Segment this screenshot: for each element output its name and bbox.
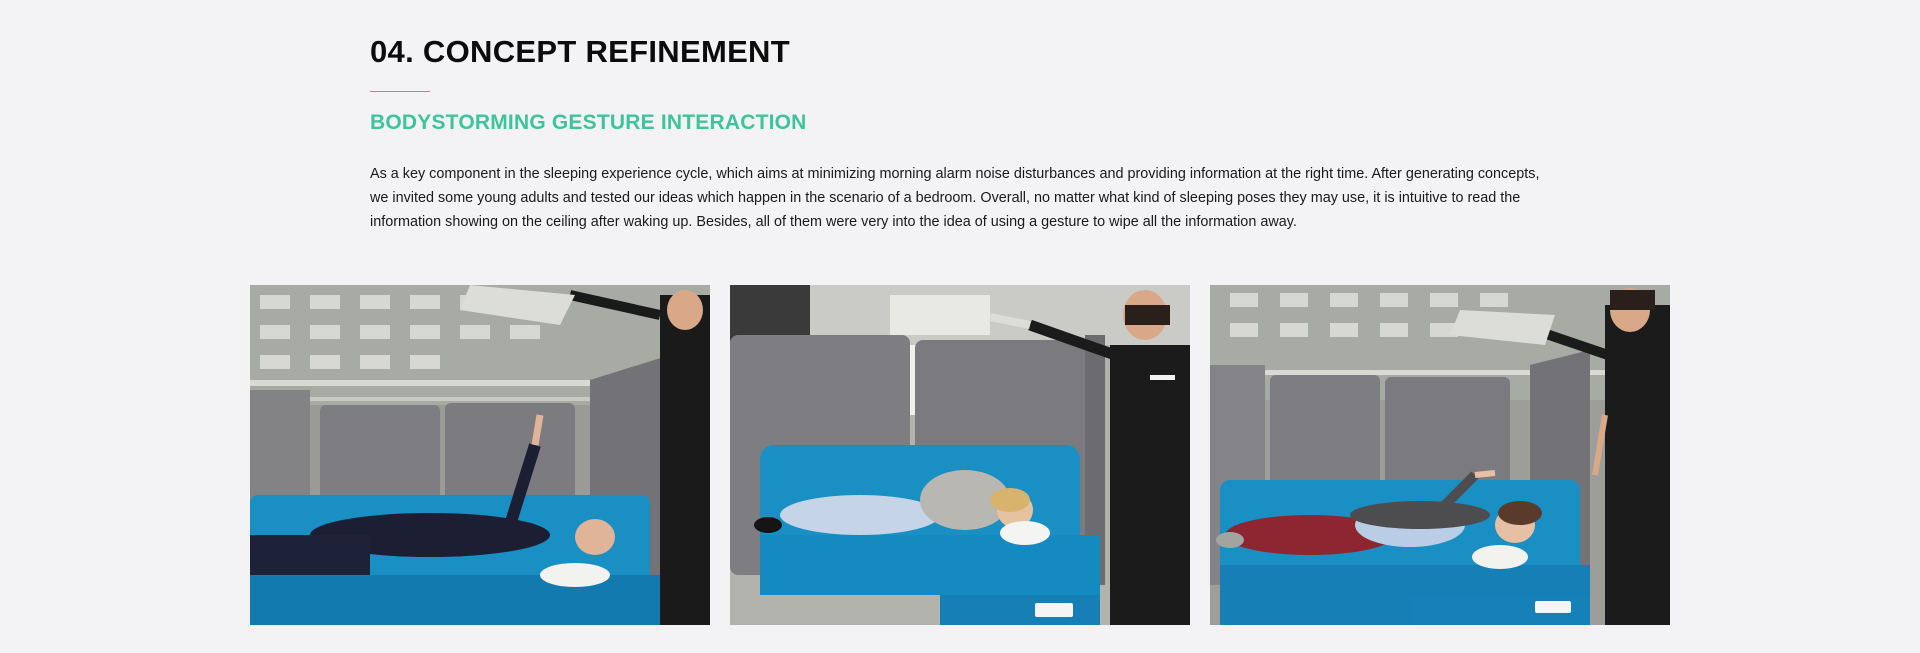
section-description: As a key component in the sleeping exper… [370,166,1540,230]
bodystorming-photo-1[interactable] [250,285,710,625]
bodystorming-photo-2[interactable] [730,285,1190,625]
photo-man-lying-pointing-up-icon [250,285,710,625]
photo-woman-lying-on-side-icon [730,285,1190,625]
section-title: 04. CONCEPT REFINEMENT [370,34,790,69]
title-underline [370,91,430,92]
section-subtitle: BODYSTORMING GESTURE INTERACTION [370,111,807,134]
bodystorming-photo-3[interactable] [1210,285,1670,625]
photo-person-lying-gesturing-icon [1210,285,1670,625]
